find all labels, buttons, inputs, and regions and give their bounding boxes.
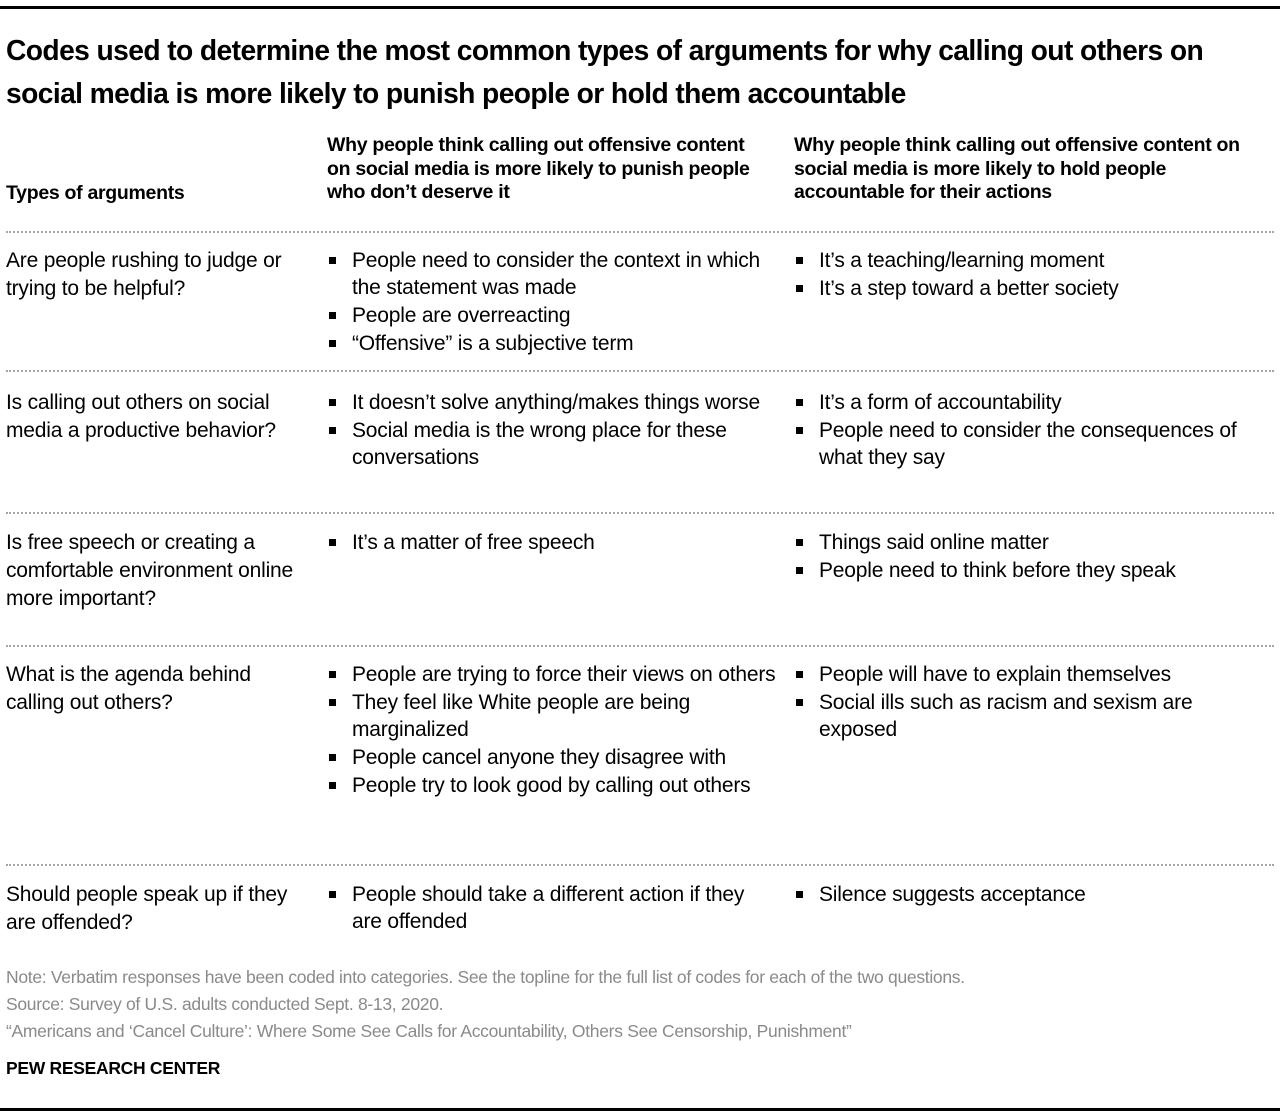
column-header-accountable: Why people think calling out offensive c… bbox=[794, 134, 1240, 203]
bullet-icon bbox=[796, 285, 803, 292]
row-divider bbox=[6, 645, 1274, 647]
bullet-icon bbox=[796, 539, 803, 546]
list-item: People cancel anyone they disagree with bbox=[327, 744, 777, 771]
bullet-icon bbox=[796, 891, 803, 898]
bullet-icon bbox=[796, 671, 803, 678]
list-item: People are overreacting bbox=[327, 302, 777, 329]
list-item: People should take a different action if… bbox=[327, 881, 777, 935]
list-item: People need to think before they speak bbox=[794, 557, 1274, 584]
argument-type: Are people rushing to judge or trying to… bbox=[6, 249, 282, 300]
bottom-rule bbox=[0, 1108, 1280, 1111]
punish-list: It doesn’t solve anything/makes things w… bbox=[327, 389, 777, 472]
punish-list: People need to consider the context in w… bbox=[327, 247, 777, 358]
argument-type: Is free speech or creating a comfortable… bbox=[6, 531, 293, 610]
footnote-note: Note: Verbatim responses have been coded… bbox=[6, 967, 965, 987]
bullet-icon bbox=[796, 427, 803, 434]
bullet-icon bbox=[796, 699, 803, 706]
argument-type: What is the agenda behind calling out ot… bbox=[6, 663, 251, 714]
list-item: People need to consider the consequences… bbox=[794, 417, 1274, 471]
list-item: They feel like White people are being ma… bbox=[327, 689, 777, 743]
row-divider bbox=[6, 370, 1274, 372]
punish-list: It’s a matter of free speech bbox=[327, 529, 777, 557]
list-item: It’s a matter of free speech bbox=[327, 529, 777, 556]
bullet-icon bbox=[796, 257, 803, 264]
bullet-icon bbox=[796, 399, 803, 406]
bullet-icon bbox=[329, 891, 336, 898]
list-item: People need to consider the context in w… bbox=[327, 247, 777, 301]
list-item: Silence suggests acceptance bbox=[794, 881, 1274, 908]
header-divider bbox=[6, 231, 1274, 233]
bullet-icon bbox=[329, 257, 336, 264]
accountable-list: It’s a teaching/learning moment It’s a s… bbox=[794, 247, 1274, 303]
bullet-icon bbox=[329, 699, 336, 706]
accountable-list: Silence suggests acceptance bbox=[794, 881, 1274, 909]
row-divider bbox=[6, 864, 1274, 866]
list-item: Social media is the wrong place for thes… bbox=[327, 417, 777, 471]
page-title: Codes used to determine the most common … bbox=[6, 35, 1204, 110]
argument-type: Should people speak up if they are offen… bbox=[6, 883, 288, 934]
bullet-icon bbox=[329, 340, 336, 347]
column-header-punish: Why people think calling out offensive c… bbox=[327, 134, 750, 203]
list-item: It doesn’t solve anything/makes things w… bbox=[327, 389, 777, 416]
bullet-icon bbox=[329, 427, 336, 434]
accountable-list: People will have to explain themselves S… bbox=[794, 661, 1274, 744]
bullet-icon bbox=[329, 539, 336, 546]
brand-logo-text: PEW RESEARCH CENTER bbox=[6, 1058, 221, 1078]
list-item: Social ills such as racism and sexism ar… bbox=[794, 689, 1274, 743]
punish-list: People are trying to force their views o… bbox=[327, 661, 777, 800]
list-item: Things said online matter bbox=[794, 529, 1274, 556]
list-item: It’s a teaching/learning moment bbox=[794, 247, 1274, 274]
bullet-icon bbox=[329, 782, 336, 789]
list-item: “Offensive” is a subjective term bbox=[327, 330, 777, 357]
punish-list: People should take a different action if… bbox=[327, 881, 777, 936]
list-item: It’s a form of accountability bbox=[794, 389, 1274, 416]
footnote-source: Source: Survey of U.S. adults conducted … bbox=[6, 994, 444, 1014]
accountable-list: It’s a form of accountability People nee… bbox=[794, 389, 1274, 472]
list-item: People are trying to force their views o… bbox=[327, 661, 777, 688]
argument-type: Is calling out others on social media a … bbox=[6, 391, 276, 442]
column-header-types: Types of arguments bbox=[6, 182, 185, 204]
list-item: People try to look good by calling out o… bbox=[327, 772, 777, 799]
bullet-icon bbox=[796, 567, 803, 574]
top-rule bbox=[0, 6, 1280, 9]
bullet-icon bbox=[329, 312, 336, 319]
footnote-report: “Americans and ‘Cancel Culture’: Where S… bbox=[6, 1021, 852, 1041]
bullet-icon bbox=[329, 671, 336, 678]
accountable-list: Things said online matter People need to… bbox=[794, 529, 1274, 585]
row-divider bbox=[6, 512, 1274, 514]
list-item: It’s a step toward a better society bbox=[794, 275, 1274, 302]
list-item: People will have to explain themselves bbox=[794, 661, 1274, 688]
bullet-icon bbox=[329, 754, 336, 761]
bullet-icon bbox=[329, 399, 336, 406]
